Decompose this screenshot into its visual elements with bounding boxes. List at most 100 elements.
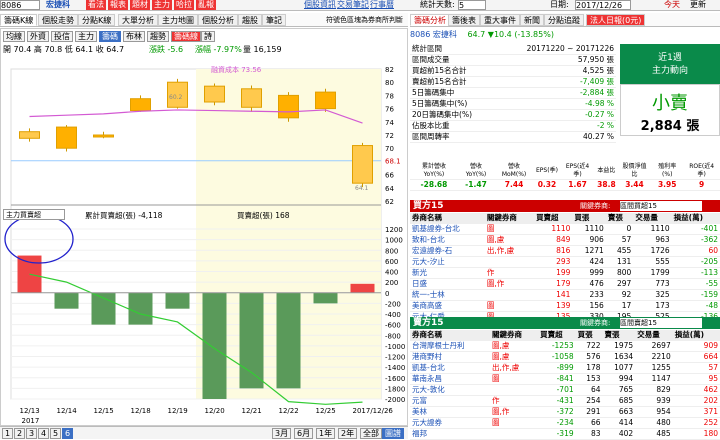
broker-row[interactable]: 凱基證券-台北圖 1110 1110 0 1110 -401 bbox=[410, 223, 720, 235]
broker-cell: -48 bbox=[671, 300, 720, 312]
broker-row[interactable]: 元富作 -431 254 685 939 202 bbox=[410, 395, 720, 407]
broker-row[interactable]: 凱基-台北 出,作,慮 -899 178 1077 1255 57 bbox=[410, 362, 720, 374]
broker-cell[interactable]: 港商野村 bbox=[410, 351, 490, 363]
trend-value: 2,884 張 bbox=[640, 119, 700, 134]
stock-title: 8086 宏捷科 bbox=[410, 30, 457, 39]
date-input[interactable]: 2017/12/26 bbox=[575, 0, 631, 10]
lower-indicator-select[interactable]: 主力買賣超 bbox=[3, 209, 65, 220]
link-notes[interactable]: 交易筆記 bbox=[337, 0, 369, 10]
broker-cell: 圖,作 bbox=[484, 278, 535, 290]
lower-axis-tick: -1400 bbox=[385, 364, 405, 372]
broker-cell: 576 bbox=[575, 351, 603, 363]
broker-cell: 圖 bbox=[489, 417, 539, 429]
table-header: 券商名稱 關鍵券商 買賣超 買張 賣張 交易量 損益(萬) bbox=[410, 213, 720, 224]
stock-name[interactable]: 宏捷科 bbox=[46, 0, 70, 10]
broker-cell[interactable]: 新光 bbox=[410, 267, 485, 279]
broker-row[interactable]: 華南永昌圖 -841 153 994 1147 95 bbox=[410, 373, 720, 385]
broker-row[interactable]: 台灣摩根士丹利 圖,慮 -1253 722 1975 2697 909 bbox=[410, 340, 720, 352]
page-2[interactable]: 2 bbox=[14, 428, 26, 439]
zoom-6m[interactable]: 6月 bbox=[294, 428, 314, 439]
zoom-all[interactable]: 全部 bbox=[360, 428, 382, 439]
tab-branch-kline[interactable]: 分點K線 bbox=[78, 14, 116, 26]
buy-filter-select[interactable]: 區間買超15 bbox=[620, 201, 702, 211]
tab-branch-track[interactable]: 分點追蹤 bbox=[544, 14, 584, 26]
broker-cell[interactable]: 宏遠證券-石 bbox=[410, 245, 485, 257]
sell-filter-select[interactable]: 區間賣超15 bbox=[620, 318, 702, 328]
stats-label: 佔股本比重 bbox=[410, 120, 495, 132]
refresh-button[interactable]: 更新 bbox=[690, 0, 706, 10]
tab-after[interactable]: 籌後表 bbox=[448, 14, 480, 26]
tab-events[interactable]: 重大事件 bbox=[480, 14, 520, 26]
broker-cell[interactable]: 美林 bbox=[410, 406, 490, 418]
broker-row[interactable]: 元大-敦化 -701 64 765 829 462 bbox=[410, 384, 720, 396]
broker-cell[interactable]: 元大-汐止 bbox=[410, 256, 485, 268]
tab-analysis[interactable]: 個股分析 bbox=[198, 14, 238, 26]
broker-cell[interactable]: 致和-台北 bbox=[410, 234, 485, 246]
broker-cell: 297 bbox=[605, 278, 634, 290]
page-6[interactable]: 6 bbox=[62, 428, 74, 439]
btn-luan[interactable]: 亂報 bbox=[196, 0, 216, 10]
btn-report[interactable]: 報表 bbox=[108, 0, 128, 10]
broker-row[interactable]: 元大-汐止 293 424 131 555 -205 bbox=[410, 256, 720, 268]
stock-code-input[interactable]: 8086 bbox=[0, 0, 40, 10]
btn-hala[interactable]: 哈拉 bbox=[174, 0, 194, 10]
zoom-chart[interactable]: 圖譜 bbox=[382, 428, 404, 439]
broker-cell[interactable]: 華南永昌 bbox=[410, 373, 490, 385]
tab-institution[interactable]: 法人日報(0元) bbox=[586, 14, 646, 26]
broker-cell[interactable]: 元大證券 bbox=[410, 417, 490, 429]
broker-cell[interactable]: 福邦 bbox=[410, 428, 490, 440]
broker-row[interactable]: 新光作 199 999 800 1799 -113 bbox=[410, 267, 720, 279]
tab-chip-kline[interactable]: 籌碼K線 bbox=[0, 14, 38, 26]
link-calendar[interactable]: 行事曆 bbox=[370, 0, 394, 10]
broker-cell[interactable]: 凱基證券-台北 bbox=[410, 223, 485, 235]
year-label: 2017 bbox=[22, 417, 40, 425]
tab-chip-analysis[interactable]: 籌碼分析 bbox=[410, 14, 450, 26]
broker-row[interactable]: 日盛 圖,作 179 476 297 773 -55 bbox=[410, 278, 720, 290]
broker-row[interactable]: 致和-台北 圖,慮 849 906 57 963 -362 bbox=[410, 234, 720, 246]
page-3[interactable]: 3 bbox=[26, 428, 38, 439]
tab-main-map[interactable]: 主力地圖 bbox=[158, 14, 198, 26]
broker-cell[interactable]: 統一-士林 bbox=[410, 289, 485, 301]
broker-cell[interactable]: 元富 bbox=[410, 395, 490, 407]
tab-trendstock[interactable]: 趨股 bbox=[238, 14, 262, 26]
stats-row: 統計區間 20171220 ~ 20171226 bbox=[410, 44, 616, 55]
tab-trend[interactable]: 個股走勢 bbox=[38, 14, 78, 26]
broker-row[interactable]: 港商野村 圖,慮 -1058 576 1634 2210 664 bbox=[410, 351, 720, 363]
candlestick-chart[interactable]: 82 80 78 76 74 72 70 68.1 66 64 62 1200 1000 800 600 40… bbox=[1, 29, 407, 425]
page-5[interactable]: 5 bbox=[50, 428, 62, 439]
broker-row[interactable]: 宏遠證券-石 出,作,慮 816 1271 455 1726 60 bbox=[410, 245, 720, 257]
lower-axis-tick: 600 bbox=[385, 258, 398, 266]
page-1[interactable]: 1 bbox=[2, 428, 14, 439]
broker-cell[interactable]: 元大-敦化 bbox=[410, 384, 490, 396]
broker-row[interactable]: 統一-士林 141 233 92 325 -159 bbox=[410, 289, 720, 301]
tab-notes[interactable]: 筆記 bbox=[262, 14, 286, 26]
link-info[interactable]: 個股資訊 bbox=[304, 0, 336, 10]
btn-main[interactable]: 主力 bbox=[152, 0, 172, 10]
btn-view[interactable]: 看法 bbox=[86, 0, 106, 10]
lower-axis-tick: 200 bbox=[385, 279, 398, 287]
zoom-2y[interactable]: 2年 bbox=[338, 428, 358, 439]
btn-topic[interactable]: 題材 bbox=[130, 0, 150, 10]
tab-big-order[interactable]: 大單分析 bbox=[118, 14, 158, 26]
zoom-1y[interactable]: 1年 bbox=[316, 428, 336, 439]
broker-cell: 773 bbox=[633, 278, 672, 290]
days-select[interactable]: 5 bbox=[458, 0, 486, 10]
broker-cell bbox=[484, 256, 535, 268]
page-4[interactable]: 4 bbox=[38, 428, 50, 439]
legend-cumulative: 累計買賣超(張) -4,118 bbox=[85, 211, 163, 220]
buy-filter-label: 關鍵券商: bbox=[580, 202, 611, 210]
tab-news[interactable]: 新聞 bbox=[520, 14, 544, 26]
today-button[interactable]: 今天 bbox=[664, 0, 680, 10]
broker-cell[interactable]: 美商高盛 bbox=[410, 300, 485, 312]
broker-cell[interactable]: 台灣摩根士丹利 bbox=[410, 340, 490, 352]
broker-row[interactable]: 福邦 -319 83 402 485 180 bbox=[410, 428, 720, 440]
broker-cell[interactable]: 日盛 bbox=[410, 278, 485, 290]
broker-row[interactable]: 美商高盛圖 139 156 17 173 -48 bbox=[410, 300, 720, 312]
broker-cell: 765 bbox=[602, 384, 636, 396]
broker-row[interactable]: 元大證券圖 -234 66 414 480 252 bbox=[410, 417, 720, 429]
broker-cell: 57 bbox=[672, 362, 720, 374]
zoom-3m[interactable]: 3月 bbox=[272, 428, 292, 439]
metric-value: -28.68 bbox=[410, 179, 458, 191]
broker-cell[interactable]: 凱基-台北 bbox=[410, 362, 490, 374]
broker-row[interactable]: 美林 圖,作 -372 291 663 954 371 bbox=[410, 406, 720, 418]
